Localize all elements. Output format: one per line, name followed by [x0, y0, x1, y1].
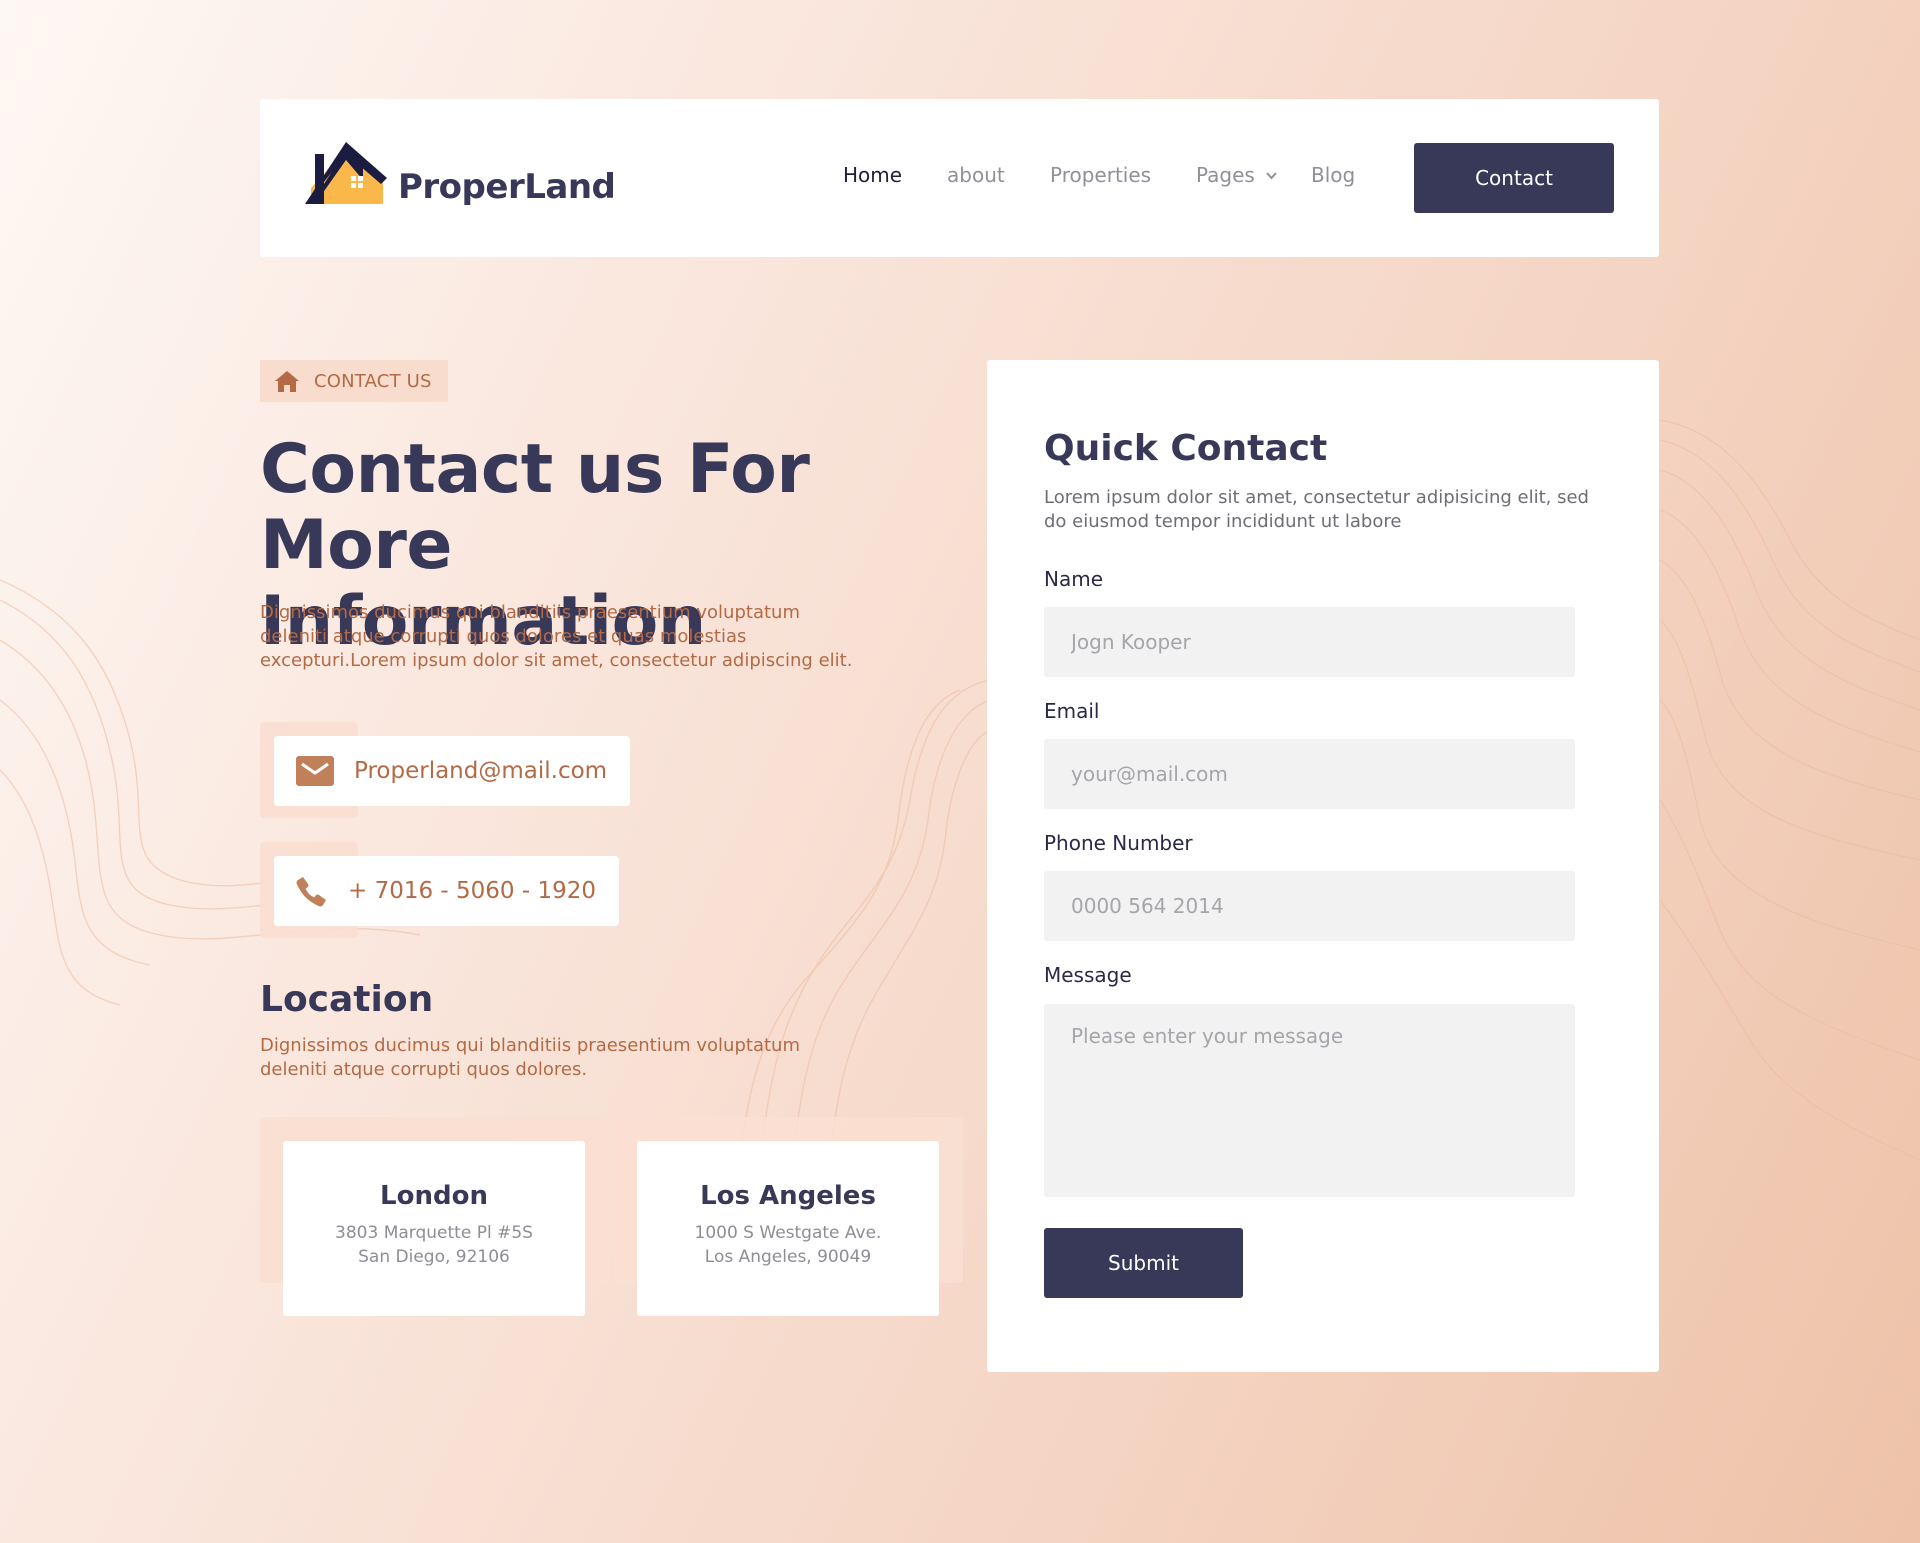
nav-item-blog[interactable]: Blog [1311, 163, 1355, 187]
email-field[interactable] [1044, 739, 1575, 809]
location-description: Dignissimos ducimus qui blanditiis praes… [260, 1035, 800, 1080]
message-label: Message [1044, 963, 1132, 987]
mail-icon [296, 756, 334, 786]
quick-contact-form: Quick Contact Lorem ipsum dolor sit amet… [987, 360, 1659, 1372]
message-field[interactable] [1044, 1004, 1575, 1197]
site-header: ProperLand Home about Properties Pages B… [260, 99, 1659, 257]
phone-icon [296, 877, 326, 907]
location-address-line-1: 3803 Marquette Pl #5S [335, 1223, 533, 1243]
email-label: Email [1044, 699, 1100, 723]
email-address: Properland@mail.com [354, 758, 608, 784]
location-address-line-1: 1000 S Westgate Ave. [694, 1223, 882, 1243]
form-description: Lorem ipsum dolor sit amet, consectetur … [1044, 487, 1589, 532]
submit-button[interactable]: Submit [1044, 1228, 1243, 1298]
badge-text: CONTACT US [314, 370, 432, 392]
location-address-line-2: San Diego, 92106 [358, 1247, 510, 1267]
email-link[interactable]: Properland@mail.com [274, 736, 631, 806]
phone-label: Phone Number [1044, 831, 1193, 855]
name-field[interactable] [1044, 607, 1575, 677]
location-card: Los Angeles 1000 S Westgate Ave. Los Ang… [637, 1141, 939, 1316]
location-address-line-2: Los Angeles, 90049 [704, 1247, 872, 1267]
nav-item-about[interactable]: about [947, 163, 1005, 187]
home-icon [275, 371, 299, 392]
page-title-line-1: Contact us For More [260, 430, 810, 585]
phone-number: + 7016 - 5060 - 1920 [348, 878, 597, 904]
nav-item-pages-label: Pages [1196, 163, 1255, 187]
location-city: Los Angeles [700, 1181, 876, 1211]
section-badge: CONTACT US [260, 360, 448, 402]
nav-item-home[interactable]: Home [843, 163, 902, 187]
hero-description: Dignissimos ducimus qui blanditiis praes… [260, 602, 853, 671]
chevron-down-icon [1266, 171, 1277, 179]
location-city: London [380, 1181, 488, 1211]
phone-link[interactable]: + 7016 - 5060 - 1920 [274, 856, 620, 926]
name-label: Name [1044, 567, 1104, 591]
form-title: Quick Contact [1044, 428, 1328, 469]
phone-field[interactable] [1044, 871, 1575, 941]
location-card: London 3803 Marquette Pl #5S San Diego, … [283, 1141, 585, 1316]
contact-button[interactable]: Contact [1414, 143, 1614, 213]
nav-item-pages[interactable]: Pages [1196, 163, 1278, 187]
location-title: Location [260, 979, 434, 1020]
nav-item-properties[interactable]: Properties [1050, 163, 1151, 187]
